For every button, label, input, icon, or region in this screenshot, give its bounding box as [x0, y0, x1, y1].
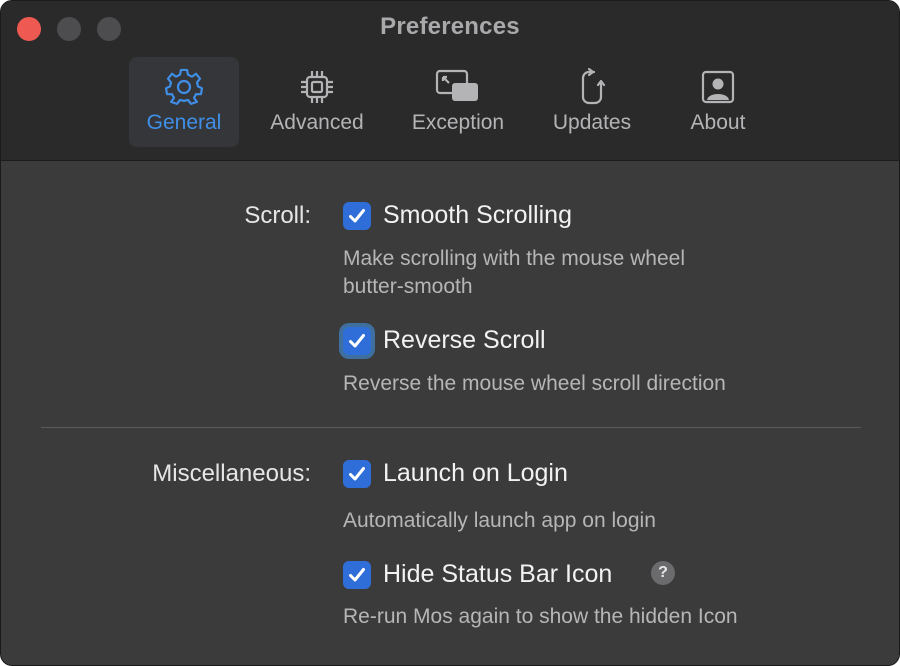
tab-about[interactable]: About [671, 57, 765, 147]
checkmark-icon [349, 467, 365, 481]
section-divider [41, 427, 861, 428]
launch-on-login-checkbox[interactable] [343, 460, 371, 488]
windows-icon [435, 69, 478, 101]
refresh-icon [581, 67, 606, 105]
tab-label: About [690, 111, 746, 134]
tab-advanced[interactable]: Advanced [259, 57, 375, 147]
person-icon [701, 70, 735, 104]
checkmark-icon [349, 334, 365, 348]
scroll-section-label: Scroll: [244, 202, 311, 229]
window-title: Preferences [380, 13, 520, 40]
tab-updates[interactable]: Updates [539, 57, 645, 147]
hide-status-bar-icon-checkbox[interactable] [343, 561, 371, 589]
hide-status-bar-icon-description: Re-run Mos again to show the hidden Icon [343, 605, 738, 628]
general-settings-panel: Scroll: Smooth Scrolling Make scrolling … [1, 162, 899, 665]
launch-on-login-label[interactable]: Launch on Login [383, 459, 568, 488]
tab-exception[interactable]: Exception [399, 57, 517, 147]
smooth-scrolling-label[interactable]: Smooth Scrolling [383, 201, 572, 230]
tab-label: Updates [552, 111, 632, 134]
hide-status-bar-icon-label[interactable]: Hide Status Bar Icon [383, 560, 612, 589]
smooth-scrolling-checkbox[interactable] [343, 202, 371, 230]
preferences-tabs: General Advanced Exception Updates About [1, 57, 899, 149]
reverse-scroll-description: Reverse the mouse wheel scroll direction [343, 372, 726, 395]
checkmark-icon [349, 568, 365, 582]
preferences-window: Preferences General Advanced Exception U… [0, 0, 900, 666]
checkmark-icon [349, 209, 365, 223]
misc-section-label: Miscellaneous: [152, 460, 311, 487]
tab-label: Exception [411, 111, 505, 134]
smooth-scrolling-description: Make scrolling with the mouse wheel [343, 247, 685, 270]
help-button[interactable]: ? [651, 561, 675, 585]
launch-on-login-description: Automatically launch app on login [343, 509, 656, 532]
tab-label: General [146, 111, 222, 134]
tab-general[interactable]: General [129, 57, 239, 147]
reverse-scroll-checkbox[interactable] [343, 327, 371, 355]
smooth-scrolling-description-cont: butter-smooth [343, 275, 473, 298]
tab-label: Advanced [270, 111, 364, 134]
reverse-scroll-label[interactable]: Reverse Scroll [383, 326, 546, 355]
gear-icon [164, 68, 204, 105]
chip-icon [301, 71, 333, 103]
titlebar: Preferences General Advanced Exception U… [1, 1, 899, 161]
